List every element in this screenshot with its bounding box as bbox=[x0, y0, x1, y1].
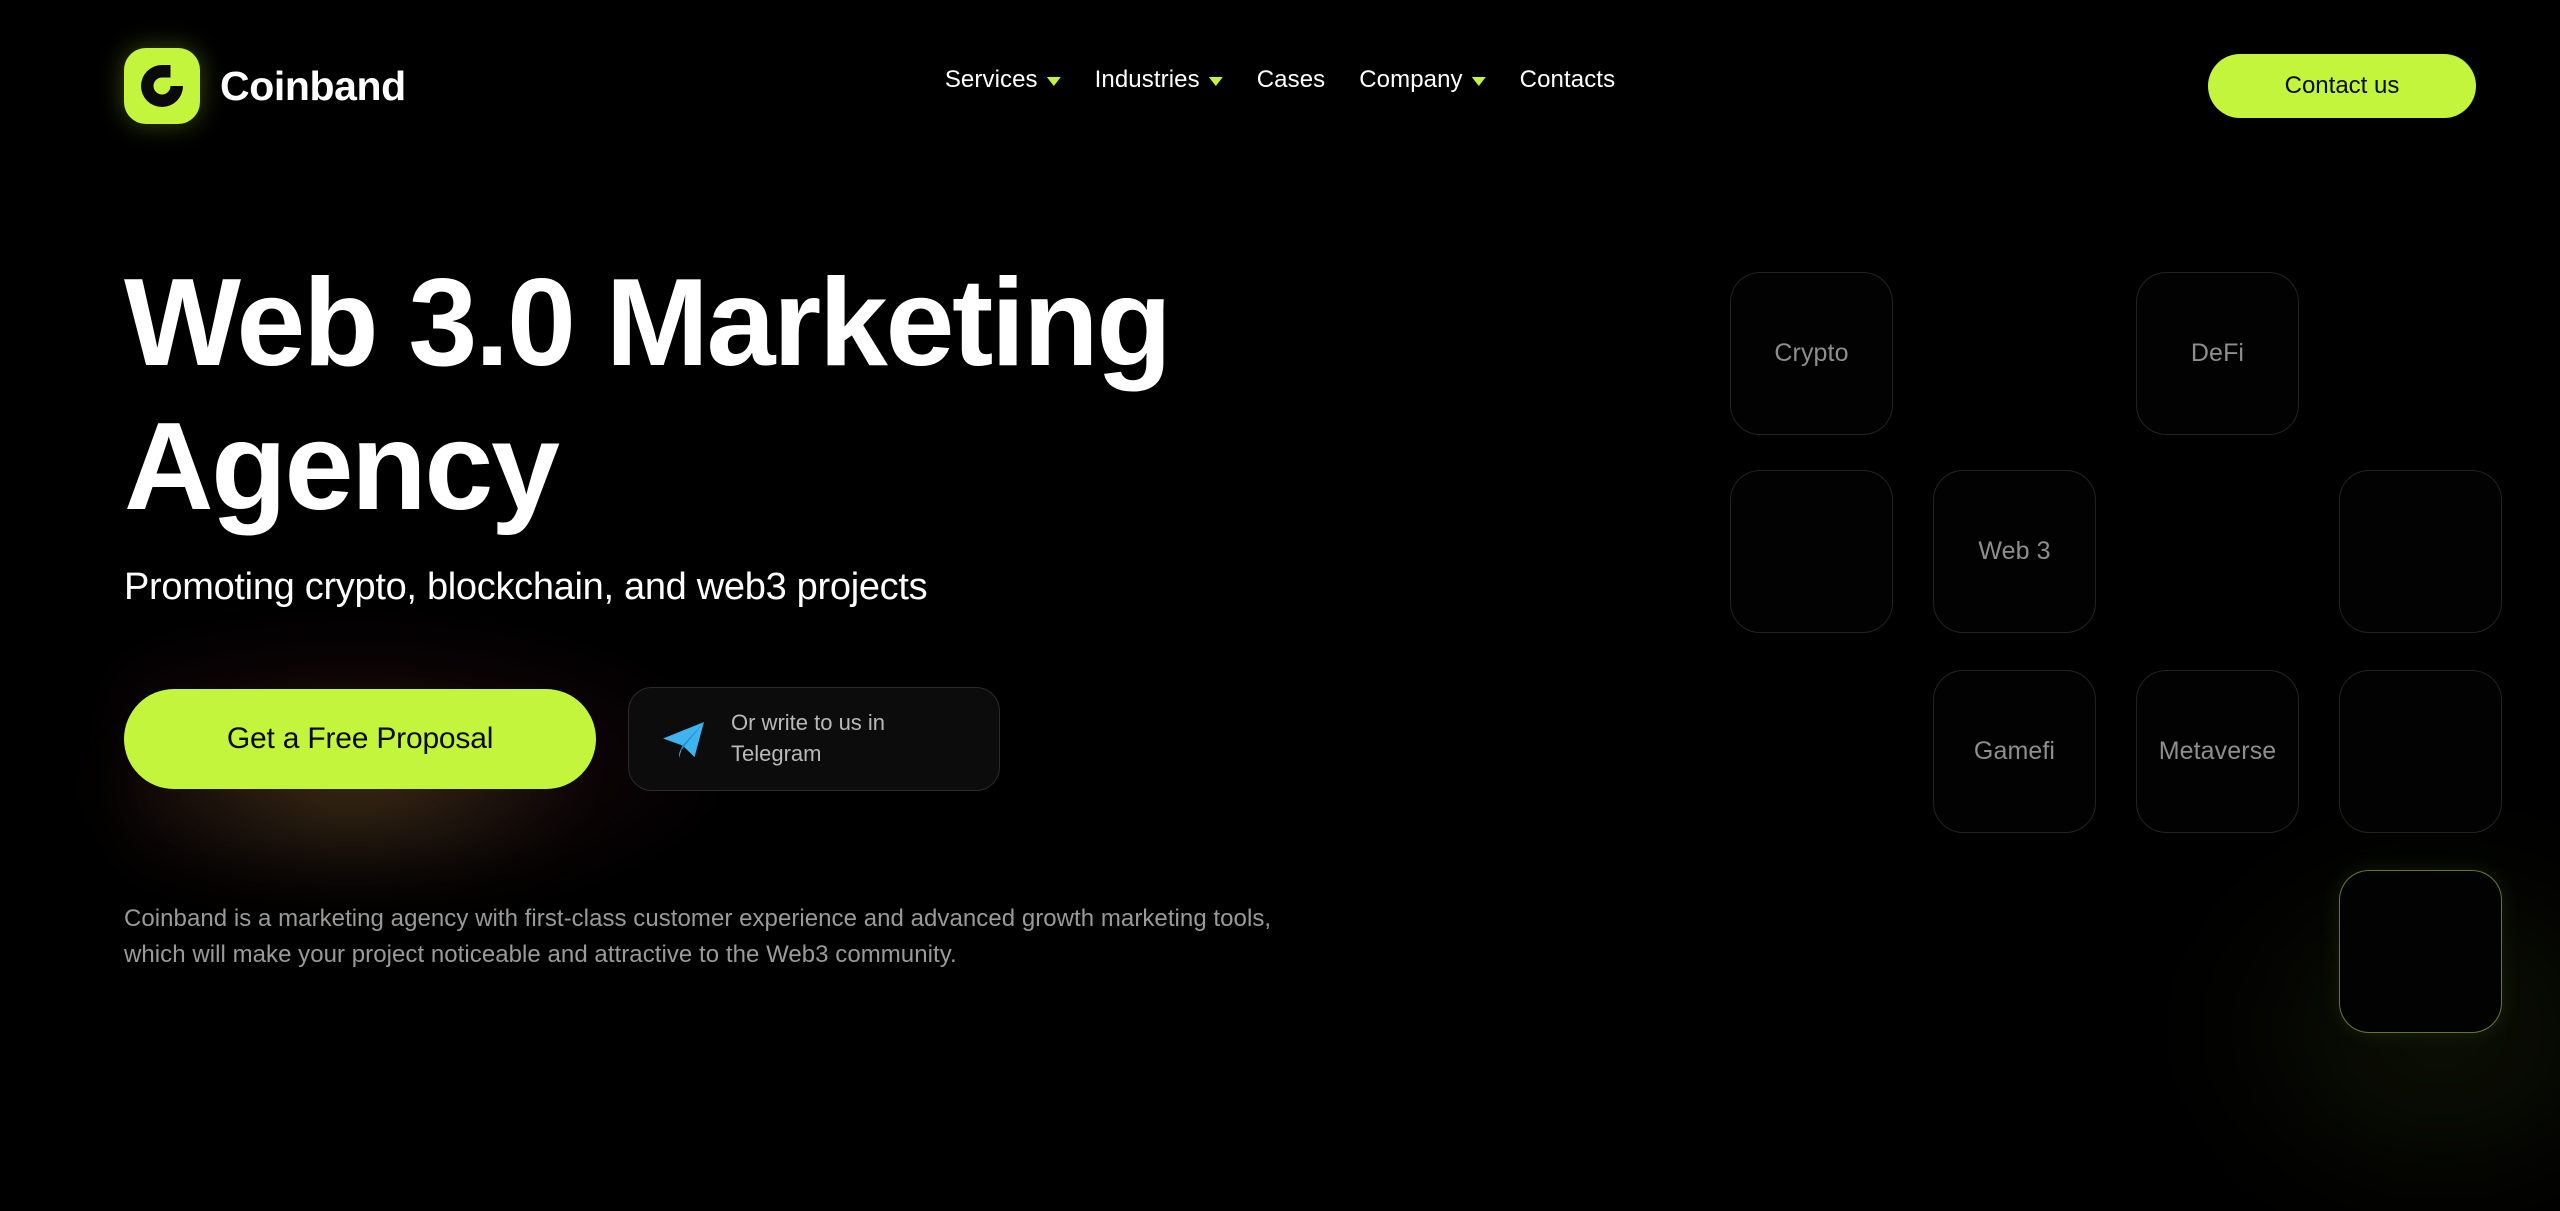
industry-card-defi[interactable]: DeFi bbox=[2136, 272, 2299, 435]
nav-item-cases[interactable]: Cases bbox=[1240, 66, 1343, 94]
nav-item-contacts[interactable]: Contacts bbox=[1503, 66, 1633, 94]
industry-card-empty-r2c4[interactable] bbox=[2339, 470, 2502, 633]
industry-card-gamefi[interactable]: Gamefi bbox=[1933, 670, 2096, 833]
brand-name: Coinband bbox=[220, 62, 406, 109]
hero-section: Web 3.0 Marketing Agency Promoting crypt… bbox=[124, 252, 1424, 974]
contact-us-button[interactable]: Contact us bbox=[2208, 54, 2476, 118]
industry-card-label: DeFi bbox=[2190, 339, 2245, 367]
site-header: Coinband Services Industries Cases Compa… bbox=[0, 0, 2560, 170]
chevron-down-icon[interactable] bbox=[1208, 77, 1223, 86]
industry-card-web-3[interactable]: Web 3 bbox=[1933, 470, 2096, 633]
main-navigation: Services Industries Cases Company Contac… bbox=[928, 66, 1632, 94]
chevron-down-icon[interactable] bbox=[1046, 77, 1061, 86]
telegram-paper-plane-icon bbox=[663, 721, 704, 758]
get-free-proposal-button[interactable]: Get a Free Proposal bbox=[124, 688, 596, 789]
industry-card-label: Gamefi bbox=[1973, 737, 2056, 765]
nav-label-contacts: Contacts bbox=[1519, 66, 1616, 93]
coinband-ring-logo-icon bbox=[124, 48, 200, 124]
page-title: Web 3.0 Marketing Agency bbox=[124, 254, 1172, 536]
industry-card-label: Web 3 bbox=[1978, 537, 2051, 565]
nav-label-industries: Industries bbox=[1094, 66, 1200, 93]
nav-item-company[interactable]: Company bbox=[1342, 66, 1502, 94]
brand-logo[interactable]: Coinband bbox=[124, 48, 406, 124]
hero-cta-row: Get a Free Proposal Or write to us in Te… bbox=[124, 686, 1424, 791]
industry-card-empty-r3c4[interactable] bbox=[2339, 670, 2502, 833]
industry-card-label: Metaverse bbox=[2158, 737, 2277, 765]
industry-card-empty-r2c1[interactable] bbox=[1730, 470, 1893, 633]
nav-item-services[interactable]: Services bbox=[928, 66, 1078, 94]
hero-description: Coinband is a marketing agency with firs… bbox=[124, 904, 1272, 969]
industry-card-metaverse[interactable]: Metaverse bbox=[2136, 670, 2299, 833]
nav-label-services: Services bbox=[944, 66, 1038, 93]
industry-card-crypto[interactable]: Crypto bbox=[1730, 272, 1893, 435]
industry-card-label: Crypto bbox=[1774, 339, 1849, 367]
nav-item-industries[interactable]: Industries bbox=[1078, 66, 1240, 94]
telegram-contact-button[interactable]: Or write to us in Telegram bbox=[628, 686, 1000, 791]
hero-subtitle: Promoting crypto, blockchain, and web3 p… bbox=[124, 565, 928, 608]
nav-label-company: Company bbox=[1359, 66, 1463, 93]
page-root: Coinband Services Industries Cases Compa… bbox=[0, 0, 2560, 1211]
nav-label-cases: Cases bbox=[1256, 66, 1326, 93]
industry-card-empty-r4c4[interactable] bbox=[2339, 870, 2502, 1033]
industry-card-grid: Crypto DeFi Web 3 Gamefi Metaverse bbox=[1730, 272, 2502, 1033]
telegram-cta-label: Or write to us in Telegram bbox=[731, 710, 886, 766]
chevron-down-icon[interactable] bbox=[1471, 77, 1486, 86]
